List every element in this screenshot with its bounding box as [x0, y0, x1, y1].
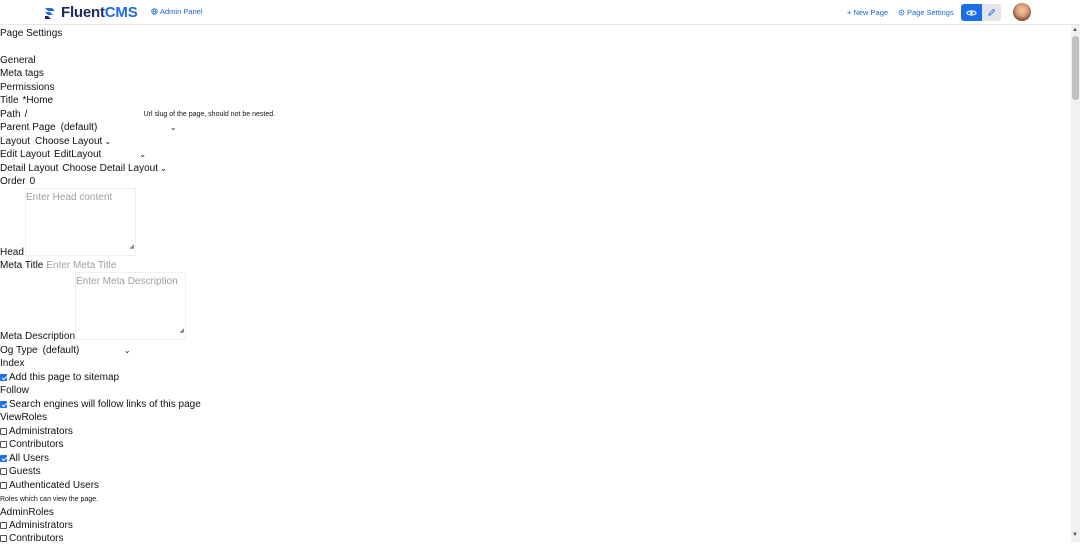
meta-description-label: Meta Description: [0, 331, 76, 342]
parent-page-row: Parent Page (default) ⌄: [0, 121, 177, 135]
layout-row: Layout Choose Layout ⌄: [0, 135, 111, 149]
parent-page-label: Parent Page: [0, 122, 56, 133]
brand-name: FluentCMS: [61, 4, 138, 21]
view-role-authenticated-users[interactable]: Authenticated Users: [0, 479, 99, 493]
chevron-down-icon: ⌄: [169, 123, 177, 132]
checkbox[interactable]: [0, 482, 7, 490]
edit-layout-row: Edit Layout EditLayout ⌄: [0, 148, 146, 162]
order-label: Order: [0, 176, 26, 187]
eye-icon: [966, 9, 977, 16]
chevron-down-icon: ⌄: [123, 346, 131, 355]
tab-general[interactable]: General: [0, 54, 36, 68]
detail-layout-select[interactable]: Choose Detail Layout ⌄: [62, 162, 166, 176]
follow-checkbox-row[interactable]: Search engines will follow links of this…: [0, 398, 201, 412]
path-row: Path / Url slug of the page, should not …: [0, 108, 275, 122]
view-roles-label: ViewRoles: [0, 412, 48, 423]
chevron-down-icon: ⌄: [160, 164, 167, 173]
layout-label: Layout: [0, 136, 31, 147]
page-settings-label: Page Settings: [907, 8, 954, 17]
index-checkbox-row[interactable]: Add this page to sitemap: [0, 371, 119, 385]
order-input[interactable]: 0: [30, 175, 36, 189]
order-row: Order 0: [0, 175, 35, 189]
checkbox[interactable]: [0, 522, 7, 530]
view-role-all-users[interactable]: All Users: [0, 452, 49, 466]
globe-icon: [151, 8, 158, 15]
brand-logo[interactable]: FluentCMS: [42, 4, 138, 21]
admin-role-administrators[interactable]: Administrators: [0, 519, 73, 533]
chevron-down-icon: ⌄: [104, 137, 112, 146]
head-textarea[interactable]: Enter Head content ◢: [25, 188, 136, 256]
view-role-administrators[interactable]: Administrators: [0, 425, 73, 439]
settings-icon: [898, 9, 905, 16]
follow-checkbox[interactable]: [0, 401, 7, 409]
meta-title-row: Meta Title Enter Meta Title: [0, 259, 116, 273]
page-title: Page Settings: [0, 28, 63, 39]
view-role-guests[interactable]: Guests: [0, 465, 41, 479]
detail-layout-row: Detail Layout Choose Detail Layout ⌄: [0, 162, 167, 176]
path-label: Path: [0, 109, 21, 120]
checkbox[interactable]: [0, 428, 7, 436]
page-settings-link[interactable]: Page Settings: [898, 8, 954, 17]
title-label: Title: [0, 95, 19, 106]
layout-select[interactable]: Choose Layout ⌄: [35, 135, 111, 149]
og-type-label: Og Type: [0, 345, 38, 356]
title-input[interactable]: *Home: [23, 94, 54, 108]
vertical-scrollbar[interactable]: [1071, 25, 1080, 542]
edit-mode-button[interactable]: [982, 4, 1001, 21]
meta-description-textarea[interactable]: Enter Meta Description ◢: [75, 272, 186, 340]
checkbox[interactable]: [0, 535, 7, 543]
scroll-down-icon[interactable]: ▼: [1072, 532, 1078, 538]
path-input[interactable]: /: [25, 108, 140, 122]
admin-roles-label: AdminRoles: [0, 507, 54, 518]
og-type-select[interactable]: (default) ⌄: [43, 344, 131, 358]
view-roles-hint: Roles which can view the page.: [0, 496, 99, 503]
scroll-up-icon[interactable]: ▲: [1072, 27, 1078, 33]
view-mode-button[interactable]: [961, 4, 982, 21]
checkbox[interactable]: [0, 468, 7, 476]
chevron-down-icon: ⌄: [139, 150, 147, 159]
meta-title-input[interactable]: Enter Meta Title: [46, 259, 116, 273]
index-label: Index: [0, 358, 25, 369]
tab-permissions[interactable]: Permissions: [0, 81, 54, 95]
edit-layout-select[interactable]: EditLayout ⌄: [54, 148, 146, 162]
pencil-icon: [988, 8, 996, 16]
top-navbar: FluentCMS Admin Panel + New Page Page Se…: [0, 0, 1080, 25]
og-type-row: Og Type (default) ⌄: [0, 344, 131, 358]
edit-layout-label: Edit Layout: [0, 149, 51, 160]
parent-page-select[interactable]: (default) ⌄: [61, 121, 177, 135]
new-page-link[interactable]: + New Page: [847, 8, 888, 17]
checkbox[interactable]: [0, 441, 7, 449]
checkbox[interactable]: [0, 455, 7, 463]
detail-layout-label: Detail Layout: [0, 163, 59, 174]
resize-handle-icon[interactable]: ◢: [129, 241, 134, 255]
admin-panel-label: Admin Panel: [160, 7, 203, 16]
user-avatar[interactable]: [1013, 3, 1031, 21]
index-checkbox[interactable]: [0, 374, 7, 382]
scrollbar-thumb[interactable]: [1072, 36, 1079, 100]
logo-icon: [45, 7, 55, 19]
view-role-contributors[interactable]: Contributors: [0, 438, 63, 452]
title-row: Title *Home: [0, 94, 53, 108]
resize-handle-icon[interactable]: ◢: [179, 325, 184, 339]
admin-panel-link[interactable]: Admin Panel: [151, 7, 203, 16]
path-hint: Url slug of the page, should not be nest…: [143, 111, 276, 118]
tab-meta-tags[interactable]: Meta tags: [0, 67, 44, 81]
meta-title-label: Meta Title: [0, 260, 44, 271]
follow-label: Follow: [0, 385, 29, 396]
admin-role-contributors[interactable]: Contributors: [0, 532, 63, 546]
head-label: Head: [0, 247, 24, 258]
